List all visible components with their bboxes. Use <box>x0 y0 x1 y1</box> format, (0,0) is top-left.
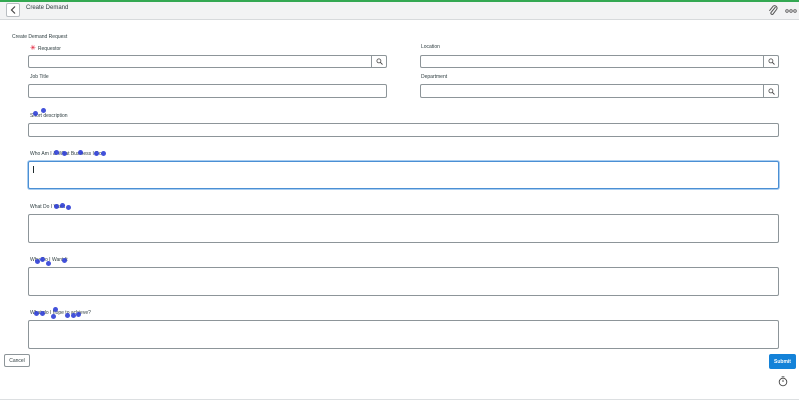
job-title-input[interactable] <box>28 84 387 98</box>
redaction-mark <box>33 111 38 116</box>
redaction-mark <box>76 312 81 317</box>
department-field[interactable] <box>420 84 779 98</box>
redaction-mark <box>40 311 45 316</box>
header-bar: Create Demand <box>0 2 799 20</box>
location-lookup-button[interactable] <box>763 56 778 67</box>
back-button[interactable] <box>6 3 20 17</box>
redaction-mark <box>51 314 56 319</box>
requestor-label: Requestor <box>37 46 61 52</box>
required-icon: ✳ <box>30 45 36 52</box>
search-icon <box>376 58 383 65</box>
search-icon <box>768 88 775 95</box>
redaction-mark <box>101 151 106 156</box>
department-input[interactable] <box>421 85 763 97</box>
redaction-mark <box>40 257 45 262</box>
text-caret <box>33 166 34 173</box>
chevron-left-icon <box>10 6 16 14</box>
redaction-mark <box>66 205 71 210</box>
q3-textarea[interactable] <box>28 267 779 296</box>
redaction-mark <box>62 151 67 156</box>
short-description-input[interactable] <box>28 123 779 137</box>
redaction-mark <box>62 258 67 263</box>
submit-button[interactable]: Submit <box>769 354 796 369</box>
redaction-mark <box>53 307 58 312</box>
cancel-button[interactable]: Cancel <box>4 354 30 367</box>
department-label: Department <box>421 74 448 80</box>
redaction-mark <box>78 150 83 155</box>
page-title: Create Demand <box>26 5 69 11</box>
job-title-label: Job Title <box>30 74 49 80</box>
q2-textarea[interactable] <box>28 214 779 243</box>
redaction-mark <box>41 108 46 113</box>
more-icon[interactable] <box>785 9 797 13</box>
department-lookup-button[interactable] <box>763 85 778 97</box>
redaction-mark <box>94 151 99 156</box>
q1-textarea[interactable] <box>28 161 779 189</box>
form-section-title: Create Demand Request <box>12 34 68 40</box>
timer-icon[interactable] <box>778 376 788 387</box>
redaction-mark <box>46 261 51 266</box>
redaction-mark <box>60 203 65 208</box>
requestor-input[interactable] <box>29 56 371 67</box>
requestor-label-wrap: ✳ Requestor <box>30 44 61 52</box>
redaction-mark <box>54 150 59 155</box>
location-field[interactable] <box>420 55 779 68</box>
bottom-divider <box>0 399 799 400</box>
redaction-mark <box>54 204 59 209</box>
search-icon <box>768 58 775 65</box>
location-label: Location <box>421 44 440 50</box>
paperclip-icon[interactable] <box>768 5 778 16</box>
redaction-mark <box>34 311 39 316</box>
requestor-field[interactable] <box>28 55 387 68</box>
location-input[interactable] <box>421 56 763 67</box>
requestor-lookup-button[interactable] <box>371 56 386 67</box>
redaction-mark <box>65 313 70 318</box>
q4-textarea[interactable] <box>28 320 779 349</box>
